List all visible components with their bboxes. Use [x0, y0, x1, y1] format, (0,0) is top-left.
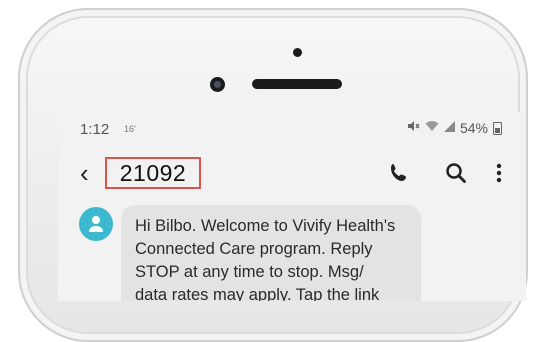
wifi-icon — [425, 120, 439, 136]
status-time: 1:12 — [80, 121, 110, 138]
status-bar: 1:12 16' 54% — [58, 112, 526, 144]
message-line: STOP at any time to stop. Msg/ — [135, 263, 364, 281]
sender-avatar — [79, 207, 113, 241]
phone-top-bezel — [20, 10, 526, 110]
signal-icon — [443, 120, 455, 136]
more-vert-icon[interactable] — [494, 162, 504, 184]
phone-icon[interactable] — [388, 162, 410, 184]
person-icon — [89, 216, 103, 232]
battery-icon — [493, 121, 502, 135]
message-line: Hi Bilbo. Welcome to Vivify Health's — [135, 217, 396, 235]
message-line: data rates may apply. Tap the link — [135, 286, 380, 301]
back-arrow-icon[interactable]: ‹ — [80, 160, 89, 186]
message-bubble[interactable]: Hi Bilbo. Welcome to Vivify Health's Con… — [121, 205, 421, 301]
contact-name[interactable]: 21092 — [105, 157, 201, 189]
front-camera — [210, 77, 225, 92]
message-line: Connected Care program. Reply — [135, 240, 373, 258]
status-badge: 16' — [124, 124, 136, 134]
proximity-sensor — [293, 48, 302, 57]
battery-percent: 54% — [459, 120, 488, 136]
conversation-header: ‹ 21092 — [58, 150, 526, 196]
phone-screen: 1:12 16' 54% ‹ 21092 Hi Bilbo. Welcome t… — [58, 112, 526, 301]
status-icons: 54% — [407, 120, 502, 136]
phone-frame: 1:12 16' 54% ‹ 21092 Hi Bilbo. Welcome t… — [18, 8, 528, 342]
search-icon[interactable] — [445, 162, 467, 184]
earpiece-speaker — [252, 79, 342, 89]
mute-icon — [407, 120, 420, 136]
